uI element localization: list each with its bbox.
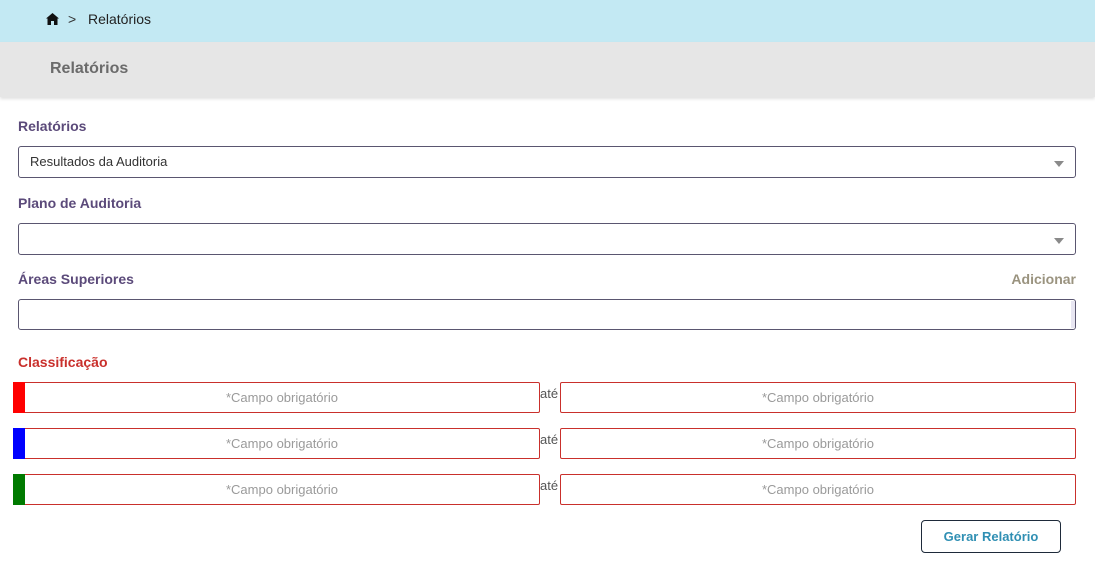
range-separator: até xyxy=(540,432,559,447)
upper-areas-input[interactable] xyxy=(18,299,1076,330)
report-label: Relatórios xyxy=(18,118,87,134)
report-select[interactable]: Resultados da Auditoria xyxy=(18,146,1076,178)
classification-green-from-input[interactable] xyxy=(25,474,540,505)
chevron-down-icon xyxy=(1054,161,1064,167)
classification-blue-to-input[interactable] xyxy=(560,428,1076,459)
classification-red-from-input[interactable] xyxy=(25,382,540,413)
chevron-down-icon xyxy=(1054,238,1064,244)
breadcrumb-separator: > xyxy=(68,11,77,27)
color-swatch-green[interactable] xyxy=(13,474,25,505)
breadcrumb-current: Relatórios xyxy=(88,11,152,27)
add-upper-area-link[interactable]: Adicionar xyxy=(1011,271,1076,287)
audit-plan-label: Plano de Auditoria xyxy=(18,195,142,211)
classification-blue-from-input[interactable] xyxy=(25,428,540,459)
page-header: Relatórios xyxy=(0,42,1095,97)
page-title: Relatórios xyxy=(50,60,129,77)
upper-areas-label: Áreas Superiores xyxy=(18,271,134,287)
classification-label: Classificação xyxy=(18,354,108,370)
report-select-value: Resultados da Auditoria xyxy=(30,154,168,169)
classification-green-to-input[interactable] xyxy=(560,474,1076,505)
classification-red-to-input[interactable] xyxy=(560,382,1076,413)
classification-row-green: até xyxy=(13,474,1076,505)
home-icon[interactable] xyxy=(46,13,59,25)
range-separator: até xyxy=(540,478,559,493)
generate-report-button[interactable]: Gerar Relatório xyxy=(921,520,1061,553)
breadcrumb: > Relatórios xyxy=(0,0,1095,42)
color-swatch-red[interactable] xyxy=(13,382,25,413)
input-edge xyxy=(1071,301,1075,328)
classification-row-blue: até xyxy=(13,428,1076,459)
audit-plan-select[interactable] xyxy=(18,223,1076,255)
classification-row-red: até xyxy=(13,382,1076,413)
range-separator: até xyxy=(540,386,559,401)
color-swatch-blue[interactable] xyxy=(13,428,25,459)
